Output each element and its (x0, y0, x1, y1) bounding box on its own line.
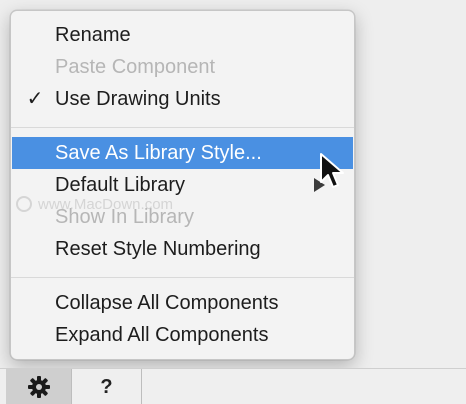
menu-item-label: Paste Component (55, 56, 216, 78)
gear-icon (27, 376, 50, 398)
mouse-pointer-icon (320, 153, 344, 188)
menu-item-label: Reset Style Numbering (55, 238, 261, 260)
menu-item-label: Rename (55, 24, 131, 46)
menu-item-label: Collapse All Components (55, 292, 279, 314)
menu-item-label: Use Drawing Units (55, 88, 221, 110)
menu-item-default-library[interactable]: Default Library (11, 169, 354, 201)
gear-button[interactable] (6, 369, 72, 404)
menu-item-label: Show In Library (55, 206, 194, 228)
menu-item-rename[interactable]: Rename (11, 19, 354, 51)
menu-item-label: Default Library (55, 174, 186, 196)
menu-item-collapse-all-components[interactable]: Collapse All Components (11, 287, 354, 319)
menu-item-expand-all-components[interactable]: Expand All Components (11, 319, 354, 351)
menu-separator (11, 127, 354, 128)
menu-item-use-drawing-units[interactable]: ✓ Use Drawing Units (11, 83, 354, 115)
context-menu: Rename Paste Component ✓ Use Drawing Uni… (10, 10, 355, 360)
menu-item-show-in-library: Show In Library (11, 201, 354, 233)
checkmark-icon: ✓ (26, 88, 44, 110)
menu-item-paste-component: Paste Component (11, 51, 354, 83)
menu-separator (11, 277, 354, 278)
menu-item-save-as-library-style[interactable]: Save As Library Style... (12, 137, 353, 169)
bottom-toolbar: ? (0, 368, 466, 404)
help-button[interactable]: ? (72, 369, 142, 404)
menu-item-label: Save As Library Style... (55, 142, 262, 164)
screen: Rename Paste Component ✓ Use Drawing Uni… (0, 0, 466, 404)
menu-item-reset-style-numbering[interactable]: Reset Style Numbering (11, 233, 354, 265)
menu-item-label: Expand All Components (55, 324, 269, 346)
